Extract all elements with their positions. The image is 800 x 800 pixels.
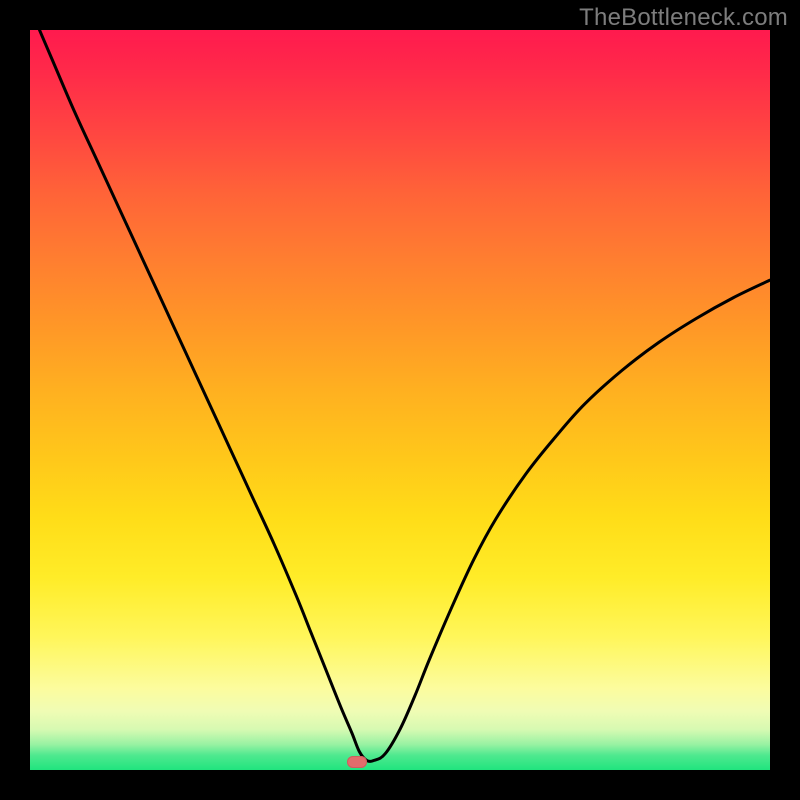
chart-frame: TheBottleneck.com: [0, 0, 800, 800]
watermark-text: TheBottleneck.com: [579, 4, 788, 32]
bottleneck-curve: [30, 30, 770, 761]
optimal-marker: [347, 756, 367, 768]
curve-svg: [30, 30, 770, 770]
plot-area: [30, 30, 770, 770]
